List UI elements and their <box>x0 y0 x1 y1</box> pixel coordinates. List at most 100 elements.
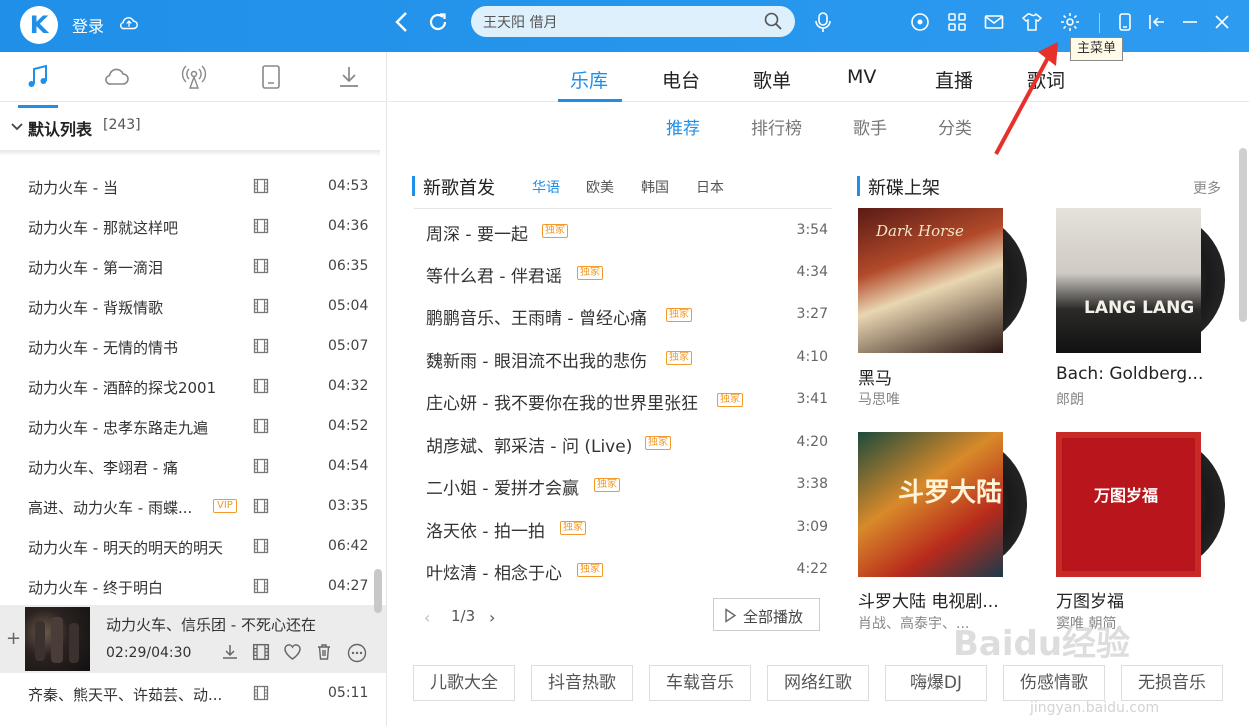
tag-button[interactable]: 车载音乐 <box>649 665 751 701</box>
search-box[interactable] <box>471 6 795 37</box>
search-icon[interactable] <box>763 11 783 35</box>
login-button[interactable]: 登录 <box>72 13 104 37</box>
apps-grid-icon[interactable] <box>946 11 968 37</box>
download-icon[interactable] <box>221 643 239 665</box>
tab-library[interactable]: 乐库 <box>570 66 608 93</box>
mv-icon[interactable] <box>253 338 269 358</box>
lang-tab-korean[interactable]: 韩国 <box>641 177 669 197</box>
collapse-icon[interactable] <box>1146 11 1168 37</box>
song-row[interactable]: 高进、动力火车 - 雨蝶... VIP 03:35 <box>0 486 372 526</box>
tab-live[interactable]: 直播 <box>935 66 973 93</box>
mv-icon[interactable] <box>253 418 269 438</box>
new-song-row[interactable]: 洛天依 - 拍一拍 独家 3:09 <box>414 507 832 549</box>
search-input[interactable] <box>483 11 753 33</box>
song-row[interactable]: 动力火车 - 无情的情书 05:07 <box>0 326 372 366</box>
lang-tab-chinese[interactable]: 华语 <box>532 177 560 197</box>
trash-icon[interactable] <box>315 643 333 665</box>
album-artist[interactable]: 马思唯 <box>858 389 900 409</box>
song-row[interactable]: 动力火车 - 明天的明天的明天 06:42 <box>0 526 372 566</box>
prev-page-icon[interactable]: ‹ <box>424 608 430 627</box>
song-row[interactable]: 动力火车 - 忠孝东路走九遍 04:52 <box>0 406 372 446</box>
album-cover[interactable]: 万图岁福 <box>1056 432 1201 577</box>
subtab-categories[interactable]: 分类 <box>938 114 972 139</box>
new-song-row[interactable]: 庄心妍 - 我不要你在我的世界里张狂 独家 3:41 <box>414 379 832 421</box>
tag-button[interactable]: 伤感情歌 <box>1003 665 1105 701</box>
mv-icon[interactable] <box>253 218 269 238</box>
new-song-row[interactable]: 鹏鹏音乐、王雨晴 - 曾经心痛 独家 3:27 <box>414 294 832 336</box>
tab-radio-icon[interactable] <box>180 64 208 94</box>
minimize-icon[interactable] <box>1179 11 1201 37</box>
album-title[interactable]: 黑马 <box>858 364 892 389</box>
tab-device-icon[interactable] <box>260 64 282 94</box>
add-icon[interactable]: + <box>6 628 21 649</box>
album-title[interactable]: 斗罗大陆 电视剧... <box>858 587 999 612</box>
song-row[interactable]: 动力火车 - 酒醉的探戈2001 04:32 <box>0 366 372 406</box>
album-title[interactable]: Bach: Goldberg... <box>1056 364 1203 384</box>
tag-button[interactable]: 嗨爆DJ <box>885 665 987 701</box>
song-row[interactable]: 动力火车 - 当 04:53 <box>0 166 372 206</box>
lang-tab-japanese[interactable]: 日本 <box>696 177 724 197</box>
tag-button[interactable]: 儿歌大全 <box>413 665 515 701</box>
voice-search-icon[interactable] <box>812 10 834 38</box>
new-song-row[interactable]: 二小姐 - 爱拼才会赢 独家 3:38 <box>414 464 832 506</box>
refresh-icon[interactable] <box>426 10 450 38</box>
song-row[interactable]: 动力火车 - 那就这样吧 04:36 <box>0 206 372 246</box>
more-icon[interactable] <box>347 643 367 667</box>
song-row[interactable]: 动力火车 - 第一滴泪 06:35 <box>0 246 372 286</box>
back-icon[interactable] <box>392 10 412 38</box>
new-song-row[interactable]: 叶炫清 - 相念于心 独家 4:22 <box>414 549 832 591</box>
mail-icon[interactable] <box>983 11 1005 37</box>
tag-button[interactable]: 网络红歌 <box>767 665 869 701</box>
subtab-artists[interactable]: 歌手 <box>853 114 887 139</box>
heart-icon[interactable] <box>283 643 302 665</box>
chevron-down-icon[interactable] <box>10 119 24 138</box>
lang-tab-western[interactable]: 欧美 <box>586 177 614 197</box>
tab-download-icon[interactable] <box>337 64 361 94</box>
mv-icon[interactable] <box>253 538 269 558</box>
skin-icon[interactable] <box>1021 11 1043 37</box>
close-icon[interactable] <box>1211 11 1233 37</box>
mv-icon[interactable] <box>253 458 269 478</box>
album-cover[interactable]: LANG LANG <box>1056 208 1201 353</box>
song-row[interactable]: 动力火车、李翊君 - 痛 04:54 <box>0 446 372 486</box>
song-row[interactable]: 齐秦、熊天平、许茹芸、动... 05:11 <box>0 673 372 713</box>
app-logo[interactable]: K <box>20 6 58 44</box>
mv-icon[interactable] <box>253 258 269 278</box>
mv-icon[interactable] <box>253 685 269 705</box>
album-artist[interactable]: 郎朗 <box>1056 389 1084 409</box>
tab-local-music-icon[interactable] <box>18 64 58 108</box>
mv-icon[interactable] <box>253 378 269 398</box>
gear-icon[interactable] <box>1059 11 1081 37</box>
mv-icon[interactable] <box>252 643 270 665</box>
record-icon[interactable] <box>909 11 931 37</box>
next-page-icon[interactable]: › <box>489 608 495 627</box>
mv-icon[interactable] <box>253 298 269 318</box>
tag-button[interactable]: 无损音乐 <box>1121 665 1223 701</box>
mv-icon[interactable] <box>253 498 269 518</box>
now-playing-row[interactable]: + 动力火车、信乐团 - 不死心还在 02:29/04:30 <box>0 605 386 673</box>
play-all-button[interactable]: 全部播放 <box>713 598 820 631</box>
new-song-row[interactable]: 周深 - 要一起 独家 3:54 <box>414 210 832 252</box>
playlist-header[interactable]: 默认列表 [243] <box>0 102 386 150</box>
playlist-scrollbar[interactable] <box>374 569 382 613</box>
tab-radio[interactable]: 电台 <box>662 66 700 93</box>
more-link[interactable]: 更多 <box>1193 178 1221 198</box>
main-scrollbar[interactable] <box>1239 148 1247 322</box>
mv-icon[interactable] <box>253 178 269 198</box>
new-song-row[interactable]: 胡彦斌、郭采洁 - 问 (Live) 独家 4:20 <box>414 422 832 464</box>
mini-mode-icon[interactable] <box>1115 11 1135 37</box>
album-cover[interactable]: Dark Horse <box>858 208 1003 353</box>
subtab-charts[interactable]: 排行榜 <box>751 114 802 139</box>
new-song-row[interactable]: 等什么君 - 伴君谣 独家 4:34 <box>414 252 832 294</box>
cloud-sync-icon[interactable] <box>118 12 140 38</box>
tab-mv[interactable]: MV <box>847 66 876 88</box>
album-cover[interactable]: 斗罗大陆 <box>858 432 1003 577</box>
mv-icon[interactable] <box>253 578 269 598</box>
tab-cloud-icon[interactable] <box>103 64 131 94</box>
tab-playlists[interactable]: 歌单 <box>753 66 791 93</box>
song-row[interactable]: 动力火车 - 终于明白 04:27 <box>0 566 372 606</box>
subtab-recommend[interactable]: 推荐 <box>666 114 700 139</box>
album-title[interactable]: 万图岁福 <box>1056 587 1124 612</box>
song-row[interactable]: 动力火车 - 背叛情歌 05:04 <box>0 286 372 326</box>
new-song-row[interactable]: 魏新雨 - 眼泪流不出我的悲伤 独家 4:10 <box>414 337 832 379</box>
